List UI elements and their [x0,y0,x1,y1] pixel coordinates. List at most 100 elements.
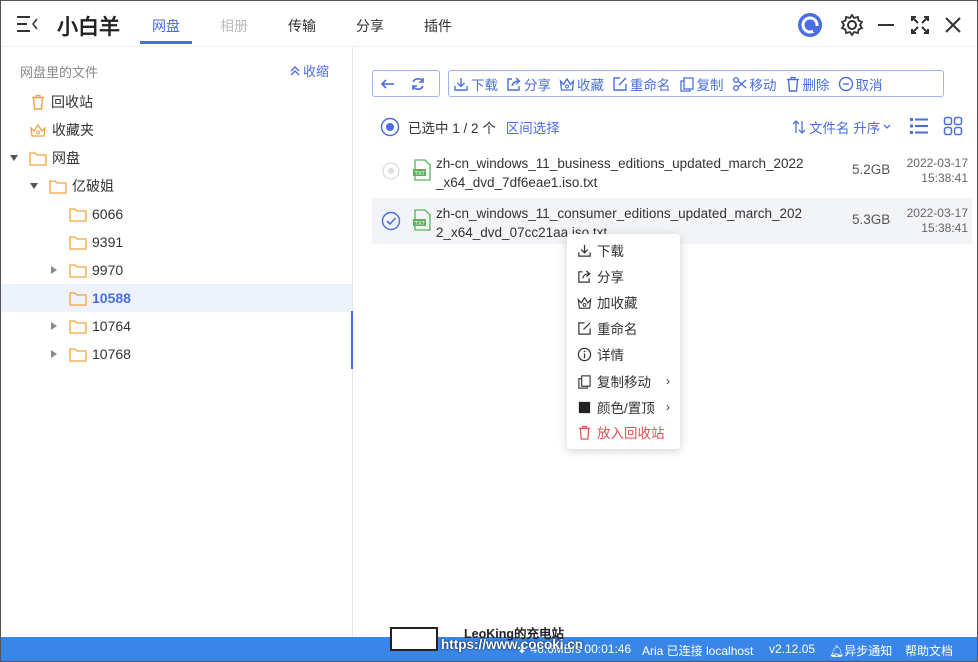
bell-icon: 🔔︎ [829,644,845,658]
file-row[interactable]: TXT zh-cn_windows_11_business_editions_u… [372,148,972,194]
collapse-label: 收缩 [303,64,330,79]
sidebar-item-folder[interactable]: 6066 [1,200,352,228]
share-icon [578,269,591,283]
sidebar-item-label: 回收站 [51,94,93,110]
caret-down-icon[interactable] [29,181,39,191]
select-all-radio-icon[interactable] [380,117,400,137]
sidebar-header: 网盘里的文件 [20,65,99,80]
list-view-icon[interactable] [908,115,930,137]
trash-icon [578,425,591,440]
rename-button[interactable]: 重命名 [608,71,675,96]
sort-dropdown[interactable]: 文件名 升序 [791,117,892,137]
cancel-label: 取消 [855,77,883,93]
folder-icon [69,291,87,306]
favorite-label: 收藏 [577,77,604,93]
cancel-circle-icon [838,76,853,91]
async-notify[interactable]: 🔔︎异步通知 [829,642,892,659]
maximize-icon[interactable] [907,12,933,38]
arrow-left-icon [380,78,394,89]
file-date: 2022-03-17 15:38:41 [906,206,968,236]
menu-toggle-icon[interactable] [15,13,39,35]
ctx-copy-move[interactable]: 复制移动 › [567,368,680,394]
copy-icon [679,76,694,92]
sidebar-item-folder[interactable]: 亿破姐 [1,172,352,200]
share-label: 分享 [524,77,551,93]
file-date-day: 2022-03-17 [906,206,968,220]
folder-icon [69,319,87,334]
sidebar: 网盘里的文件 收缩 回收站 收藏夹 网盘 亿破姐 6066 9391 9970 … [1,47,353,637]
sidebar-item-trash[interactable]: 回收站 [1,88,352,116]
chevron-right-icon: › [666,400,670,414]
close-icon[interactable] [940,12,966,38]
svg-text:TXT: TXT [414,171,426,177]
sidebar-item-folder[interactable]: 10764 [1,312,352,340]
settings-gear-icon[interactable] [839,12,865,38]
move-button[interactable]: 移动 [728,71,781,96]
copy-label: 复制 [696,77,724,93]
active-tab-indicator [140,41,192,44]
cancel-button[interactable]: 取消 [834,71,887,96]
copy-button[interactable]: 复制 [675,71,728,96]
ctx-color-pin[interactable]: 颜色/置顶 › [567,394,680,420]
sidebar-item-label: 10764 [92,318,131,334]
sidebar-item-netdisk[interactable]: 网盘 [1,144,352,172]
caret-down-icon[interactable] [9,153,19,163]
delete-button[interactable]: 删除 [781,71,834,96]
sidebar-item-folder[interactable]: 9391 [1,228,352,256]
edit-icon [613,76,627,91]
ctx-share[interactable]: 分享 [567,263,680,289]
sidebar-item-folder[interactable]: 9970 [1,256,352,284]
top-bar: 小白羊 网盘 相册 传输 分享 插件 [1,1,977,47]
favorite-button[interactable]: 收藏 [555,71,608,96]
range-select-link[interactable]: 区间选择 [506,117,560,137]
tab-album[interactable]: 相册 [220,16,248,36]
tab-share[interactable]: 分享 [356,16,384,36]
crown-icon [559,77,575,91]
ctx-move-to-trash[interactable]: 放入回收站 [567,419,680,445]
collapse-button[interactable]: 收缩 [289,61,329,80]
file-size: 5.3GB [852,212,891,227]
action-toolbar: 下载 分享 收藏 重命名 复制 移动 删除 取消 [448,70,944,97]
checked-circle-icon[interactable] [381,211,401,231]
minimize-icon[interactable] [873,12,899,38]
share-button[interactable]: 分享 [502,71,555,96]
version-label[interactable]: v2.12.05 [769,642,815,656]
move-label: 移动 [749,77,777,93]
caret-right-icon[interactable] [49,321,59,331]
help-docs-link[interactable]: 帮助文档 [905,642,953,659]
grid-view-icon[interactable] [942,115,964,137]
info-icon [577,347,592,361]
unchecked-radio-icon[interactable] [381,161,401,181]
sidebar-item-label: 亿破姐 [72,178,114,194]
txt-file-icon: TXT [413,209,431,231]
rename-label: 重命名 [630,77,671,93]
tab-netdisk[interactable]: 网盘 [152,16,180,36]
sidebar-item-folder-selected[interactable]: 10588 [1,284,352,312]
color-square-icon [578,401,591,413]
sidebar-item-folder[interactable]: 10768 [1,340,352,368]
ctx-add-favorite[interactable]: 加收藏 [567,289,680,315]
context-menu: 下载 分享 加收藏 重命名 详情 复制移动 › 颜色/置顶 › 放入回收站 [567,234,680,449]
ctx-add-favorite-label: 加收藏 [597,296,638,311]
sidebar-item-label: 9391 [92,234,124,250]
tab-plugins[interactable]: 插件 [424,16,452,36]
caret-right-icon[interactable] [49,265,59,275]
file-date-time: 15:38:41 [921,221,968,235]
caret-right-icon[interactable] [49,349,59,359]
ctx-download[interactable]: 下载 [567,237,680,263]
refresh-button[interactable] [403,71,433,96]
ctx-color-pin-label: 颜色/置顶 [597,401,655,416]
ctx-rename[interactable]: 重命名 [567,315,680,341]
folder-icon [29,151,47,166]
back-button[interactable] [373,71,403,96]
user-avatar-icon[interactable] [797,12,823,38]
share-icon [507,76,521,91]
watermark-logo [390,627,438,651]
sidebar-item-favorites[interactable]: 收藏夹 [1,116,352,144]
download-button[interactable]: 下载 [449,71,502,96]
aria-status[interactable]: Aria 已连接 localhost [642,642,753,659]
sidebar-scrollbar[interactable] [351,311,353,369]
file-size: 5.2GB [852,162,891,177]
ctx-details[interactable]: 详情 [567,341,680,367]
tab-transfer[interactable]: 传输 [288,16,316,36]
